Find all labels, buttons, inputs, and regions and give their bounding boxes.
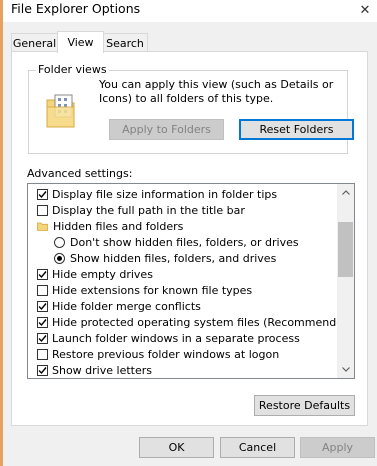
tab-general[interactable]: General <box>11 33 58 52</box>
setting-hide-protected-files[interactable]: Hide protected operating system files (R… <box>37 314 354 330</box>
window-border <box>0 0 3 466</box>
vertical-scrollbar[interactable] <box>337 184 354 378</box>
apply-to-folders-label: Apply to Folders <box>122 123 211 136</box>
reset-folders-button[interactable]: Reset Folders <box>239 119 354 140</box>
advanced-settings-label: Advanced settings: <box>27 167 133 180</box>
close-icon[interactable]: ✕ <box>353 0 377 20</box>
folder-views-group: Folder views You can apply this view (su… <box>28 63 354 154</box>
view-tab-panel: Folder views You can apply this view (su… <box>11 51 368 426</box>
checkbox-checked[interactable] <box>37 332 48 344</box>
folder-views-description: You can apply this view (such as Details… <box>99 78 334 105</box>
check-icon <box>38 334 47 342</box>
ok-button[interactable]: OK <box>139 437 214 458</box>
setting-full-path-title[interactable]: Display the full path in the title bar <box>37 202 245 218</box>
setting-label: Hide protected operating system files (R… <box>52 315 355 329</box>
setting-label: Hidden files and folders <box>53 219 184 233</box>
setting-show-drive-letters[interactable]: Show drive letters <box>37 362 152 378</box>
restore-defaults-button[interactable]: Restore Defaults <box>254 395 355 416</box>
folder-views-icon <box>46 94 75 128</box>
setting-label: Restore previous folder windows at logon <box>52 347 280 361</box>
checkbox-checked[interactable] <box>37 364 48 376</box>
setting-label: Launch folder windows in a separate proc… <box>52 331 300 345</box>
tab-label: Search <box>106 36 144 50</box>
window-title: File Explorer Options <box>11 1 141 16</box>
checkbox-checked[interactable] <box>37 300 48 312</box>
apply-button[interactable]: Apply <box>300 437 375 458</box>
scroll-down-icon[interactable] <box>337 361 354 378</box>
setting-label: Hide extensions for known file types <box>52 283 253 297</box>
setting-dont-show-hidden[interactable]: Don't show hidden files, folders, or dri… <box>54 234 299 250</box>
checkbox-unchecked[interactable] <box>37 284 48 296</box>
cancel-button[interactable]: Cancel <box>220 437 295 458</box>
tab-label: General <box>12 36 57 50</box>
check-icon <box>38 366 47 374</box>
restore-defaults-label: Restore Defaults <box>258 399 351 412</box>
checkbox-checked[interactable] <box>37 268 48 280</box>
checkbox-unchecked[interactable] <box>37 204 48 216</box>
setting-separate-process[interactable]: Launch folder windows in a separate proc… <box>37 330 300 346</box>
tab-view[interactable]: View <box>57 31 104 53</box>
scroll-thumb[interactable] <box>338 222 353 277</box>
scroll-up-icon[interactable] <box>337 184 354 201</box>
radio-unselected[interactable] <box>54 236 65 248</box>
setting-hide-empty-drives[interactable]: Hide empty drives <box>37 266 153 282</box>
radio-dot <box>57 255 62 261</box>
folder-icon <box>37 222 48 231</box>
check-icon <box>38 302 47 310</box>
radio-selected[interactable] <box>54 252 65 264</box>
setting-label: Hide folder merge conflicts <box>52 299 201 313</box>
apply-to-folders-button[interactable]: Apply to Folders <box>109 119 224 140</box>
cancel-label: Cancel <box>238 441 277 454</box>
setting-group-hidden-files: Hidden files and folders <box>37 218 183 234</box>
reset-folders-label: Reset Folders <box>259 123 334 136</box>
tab-label: View <box>67 36 94 49</box>
checkbox-unchecked[interactable] <box>37 348 48 360</box>
checkbox-checked[interactable] <box>37 188 48 200</box>
setting-label: Show hidden files, folders, and drives <box>70 251 277 265</box>
setting-restore-windows[interactable]: Restore previous folder windows at logon <box>37 346 279 362</box>
setting-label: Hide empty drives <box>52 267 153 281</box>
check-icon <box>38 190 47 198</box>
setting-label: Don't show hidden files, folders, or dri… <box>70 235 299 249</box>
setting-hide-merge-conflicts[interactable]: Hide folder merge conflicts <box>37 298 201 314</box>
setting-hide-extensions[interactable]: Hide extensions for known file types <box>37 282 252 298</box>
setting-label: Display file size information in folder … <box>52 187 278 201</box>
title-bar[interactable]: File Explorer Options ✕ <box>3 0 377 22</box>
setting-file-size-tips[interactable]: Display file size information in folder … <box>37 186 277 202</box>
setting-label: Show drive letters <box>52 363 152 377</box>
tab-search[interactable]: Search <box>102 33 148 52</box>
setting-label: Display the full path in the title bar <box>52 203 245 217</box>
checkbox-checked[interactable] <box>37 316 48 328</box>
setting-show-hidden[interactable]: Show hidden files, folders, and drives <box>54 250 276 266</box>
apply-label: Apply <box>321 441 354 454</box>
check-icon <box>38 318 47 326</box>
folder-views-title: Folder views <box>36 63 109 76</box>
advanced-settings-list[interactable]: Display file size information in folder … <box>27 183 355 379</box>
check-icon <box>38 270 47 278</box>
ok-label: OK <box>168 441 185 454</box>
